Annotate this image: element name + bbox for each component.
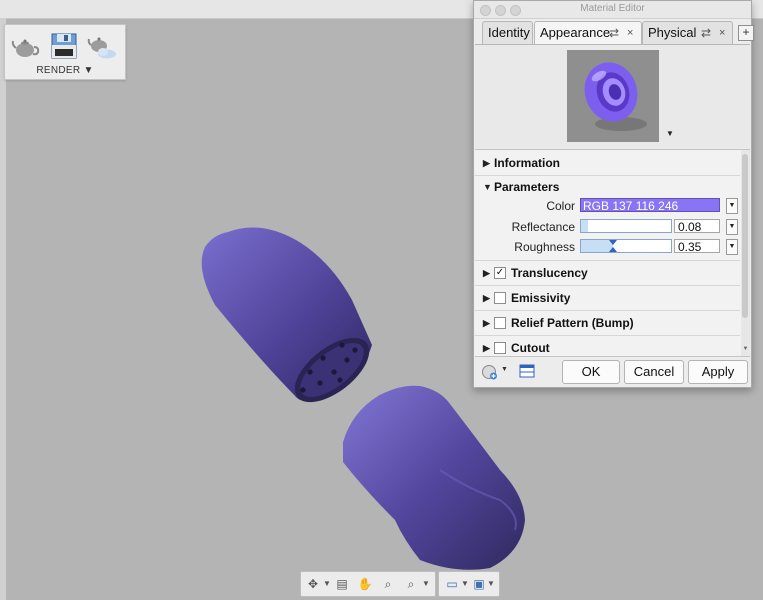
cancel-button[interactable]: Cancel bbox=[624, 360, 684, 384]
material-preview[interactable] bbox=[567, 50, 659, 142]
scroll-down-arrow-icon[interactable]: ▼ bbox=[741, 346, 750, 354]
swap-icon[interactable]: ⇄ bbox=[609, 22, 619, 44]
chevron-down-icon[interactable]: ▼ bbox=[322, 575, 332, 593]
material-preview-area: ▼ bbox=[475, 44, 750, 148]
translucency-checkbox[interactable]: ✓ bbox=[494, 267, 506, 279]
divider bbox=[475, 310, 740, 311]
orbit-icon[interactable]: ✥ bbox=[303, 575, 323, 593]
ok-button[interactable]: OK bbox=[562, 360, 620, 384]
properties-scrollbar[interactable]: ▼ bbox=[741, 150, 750, 356]
roughness-dropdown-button[interactable]: ▼ bbox=[726, 239, 738, 255]
divider bbox=[475, 335, 740, 336]
roughness-label: Roughness bbox=[514, 240, 575, 254]
chevron-down-icon[interactable]: ▼ bbox=[421, 575, 431, 593]
caret-right-icon: ▶ bbox=[483, 318, 490, 328]
slider-handle[interactable] bbox=[608, 240, 617, 245]
caret-right-icon: ▶ bbox=[483, 293, 490, 303]
dialog-footer: ▼ OK Cancel Apply bbox=[475, 356, 750, 387]
color-dropdown-button[interactable]: ▼ bbox=[726, 198, 738, 214]
grid-settings-icon[interactable]: ▣ bbox=[471, 575, 487, 593]
look-at-icon[interactable]: ▤ bbox=[333, 575, 351, 593]
fit-icon[interactable]: ⌕ bbox=[401, 575, 421, 593]
apply-button[interactable]: Apply bbox=[688, 360, 748, 384]
add-material-icon[interactable] bbox=[481, 363, 499, 381]
scrollbar-thumb[interactable] bbox=[742, 154, 748, 318]
chevron-down-icon[interactable]: ▼ bbox=[460, 575, 470, 593]
divider bbox=[475, 260, 740, 261]
cutout-checkbox[interactable] bbox=[494, 342, 506, 354]
add-tab-button[interactable]: + bbox=[738, 25, 754, 41]
color-label: Color bbox=[546, 199, 575, 213]
tab-identity[interactable]: Identity bbox=[482, 21, 533, 44]
divider bbox=[475, 175, 740, 176]
tab-appearance[interactable]: Appearance ⇄ × bbox=[534, 21, 642, 44]
caret-right-icon: ▶ bbox=[483, 268, 490, 278]
body-part[interactable] bbox=[343, 385, 525, 570]
zoom-icon[interactable]: ⌕ bbox=[378, 575, 398, 593]
display-toolbar: ▭ ▼ ▣ ▼ bbox=[438, 571, 500, 597]
material-editor-dialog: Material Editor Identity Appearance ⇄ × … bbox=[473, 0, 754, 388]
color-swatch-field[interactable]: RGB 137 116 246 bbox=[580, 198, 720, 213]
swap-icon[interactable]: ⇄ bbox=[701, 22, 711, 44]
divider bbox=[475, 285, 740, 286]
slider-handle[interactable] bbox=[608, 247, 617, 252]
caret-right-icon: ▶ bbox=[483, 158, 490, 168]
reflectance-slider[interactable] bbox=[580, 219, 672, 233]
close-icon[interactable]: × bbox=[719, 22, 725, 44]
library-icon[interactable] bbox=[519, 363, 535, 379]
title-bar[interactable]: Material Editor bbox=[474, 1, 751, 19]
tab-physical[interactable]: Physical ⇄ × bbox=[642, 21, 733, 44]
close-icon[interactable]: × bbox=[627, 22, 633, 44]
roughness-slider[interactable] bbox=[580, 239, 672, 253]
emissivity-checkbox[interactable] bbox=[494, 292, 506, 304]
caret-down-icon: ▼ bbox=[483, 182, 492, 192]
reflectance-label: Reflectance bbox=[511, 220, 575, 234]
chevron-down-icon[interactable]: ▼ bbox=[486, 575, 496, 593]
pan-icon[interactable]: ✋ bbox=[355, 575, 375, 593]
cap-part[interactable] bbox=[201, 227, 381, 415]
reflectance-dropdown-button[interactable]: ▼ bbox=[726, 219, 738, 235]
roughness-input[interactable]: 0.35 bbox=[674, 239, 720, 254]
display-settings-icon[interactable]: ▭ bbox=[443, 575, 461, 593]
window-title: Material Editor bbox=[580, 3, 645, 14]
reflectance-input[interactable]: 0.08 bbox=[674, 219, 720, 234]
chevron-down-icon[interactable]: ▼ bbox=[666, 129, 674, 138]
tab-bar: Identity Appearance ⇄ × Physical ⇄ × + bbox=[480, 21, 754, 44]
navigation-toolbar: ✥ ▼ ▤ ✋ ⌕ ⌕ ▼ bbox=[300, 571, 436, 597]
properties-panel: ▶ Information ▼ Parameters Color RGB 137… bbox=[475, 149, 750, 356]
chevron-down-icon[interactable]: ▼ bbox=[501, 366, 508, 373]
caret-right-icon: ▶ bbox=[483, 343, 490, 353]
relief-pattern-checkbox[interactable] bbox=[494, 317, 506, 329]
slider-fill bbox=[581, 220, 589, 232]
